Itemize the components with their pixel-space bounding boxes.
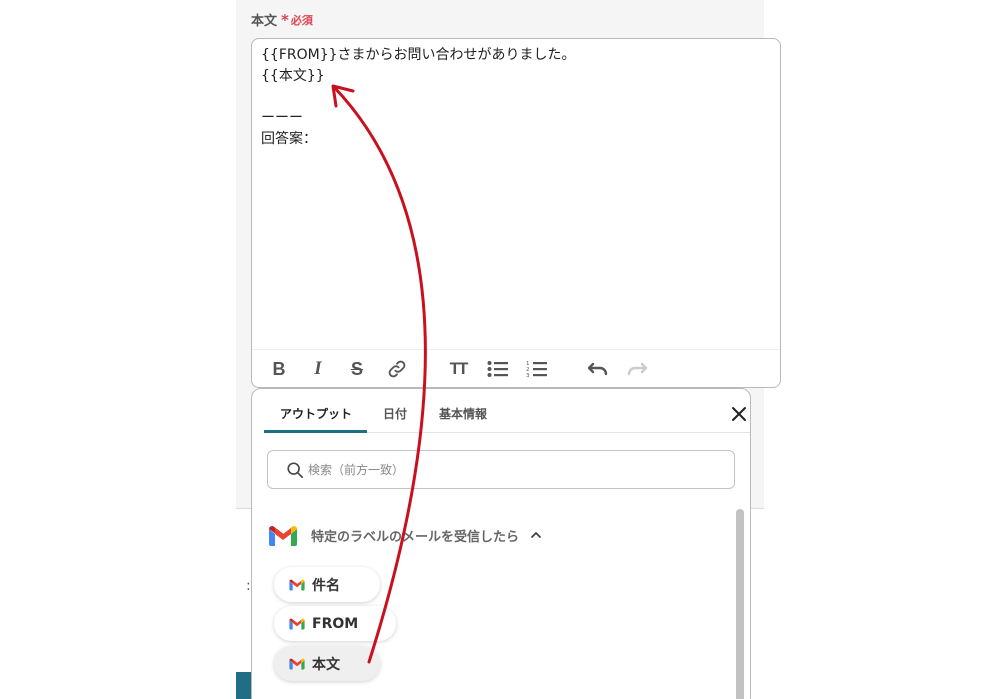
search-input[interactable] [308,462,708,477]
editor-line: ーーー [261,110,303,126]
italic-icon[interactable]: I [306,358,330,380]
popup-scrollbar[interactable] [736,509,744,699]
body-label-text: 本文 [251,14,278,29]
required-badge: 必須 [290,13,313,27]
gmail-icon [289,618,305,630]
section-title: 特定のラベルのメールを受信したら [311,529,520,545]
trigger-section-header[interactable]: 特定のラベルのメールを受信したら [267,519,543,551]
variable-chip-body[interactable]: 本文 [274,646,380,681]
popup-tabs: アウトプット 日付 基本情報 [264,389,750,433]
link-icon[interactable] [385,358,409,380]
svg-text:3: 3 [526,373,530,378]
search-icon [287,461,304,478]
gmail-icon [269,526,297,546]
accent-strip [236,672,252,699]
scrollbar-thumb[interactable] [736,509,744,699]
active-tab-indicator [264,430,367,433]
chip-label: 本文 [312,656,340,673]
editor-content[interactable]: {{FROM}}さまからお問い合わせがありました。 {{本文}} ーーー 回答案… [261,45,576,150]
undo-icon[interactable] [586,358,610,380]
variable-picker-popup: アウトプット 日付 基本情報 特定のラベルのメールを受信したら [251,388,751,699]
obscured-label-fragment: : [246,578,251,594]
editor-line: {{FROM}}さまからお問い合わせがありました。 [261,47,576,63]
editor-line: 回答案： [261,131,317,147]
search-box[interactable] [267,450,735,489]
tab-output[interactable]: アウトプット [280,405,352,422]
body-field-label: 本文 * 必須 [251,10,313,30]
variable-chip-from[interactable]: FROM [274,606,396,641]
chevron-up-icon[interactable] [529,528,543,542]
numbered-list-icon[interactable]: 1 2 3 [525,358,549,380]
gmail-icon [289,658,305,670]
variable-chip-subject[interactable]: 件名 [274,567,380,602]
required-star: * [281,10,289,29]
text-size-icon[interactable]: TT [446,358,470,380]
gmail-icon [289,579,305,591]
editor-line: {{本文}} [261,68,325,84]
bold-icon[interactable]: B [267,358,291,380]
body-editor[interactable]: {{FROM}}さまからお問い合わせがありました。 {{本文}} ーーー 回答案… [251,38,781,388]
chip-label: 件名 [312,577,340,594]
strikethrough-icon[interactable]: S [345,358,369,380]
redo-icon[interactable] [625,358,649,380]
tab-date[interactable]: 日付 [383,405,407,422]
chip-label: FROM [312,615,359,632]
editor-toolbar: B I S TT 1 2 3 [252,349,780,387]
tab-basic-info[interactable]: 基本情報 [439,405,487,422]
close-icon[interactable] [728,403,750,425]
bullet-list-icon[interactable] [486,358,510,380]
